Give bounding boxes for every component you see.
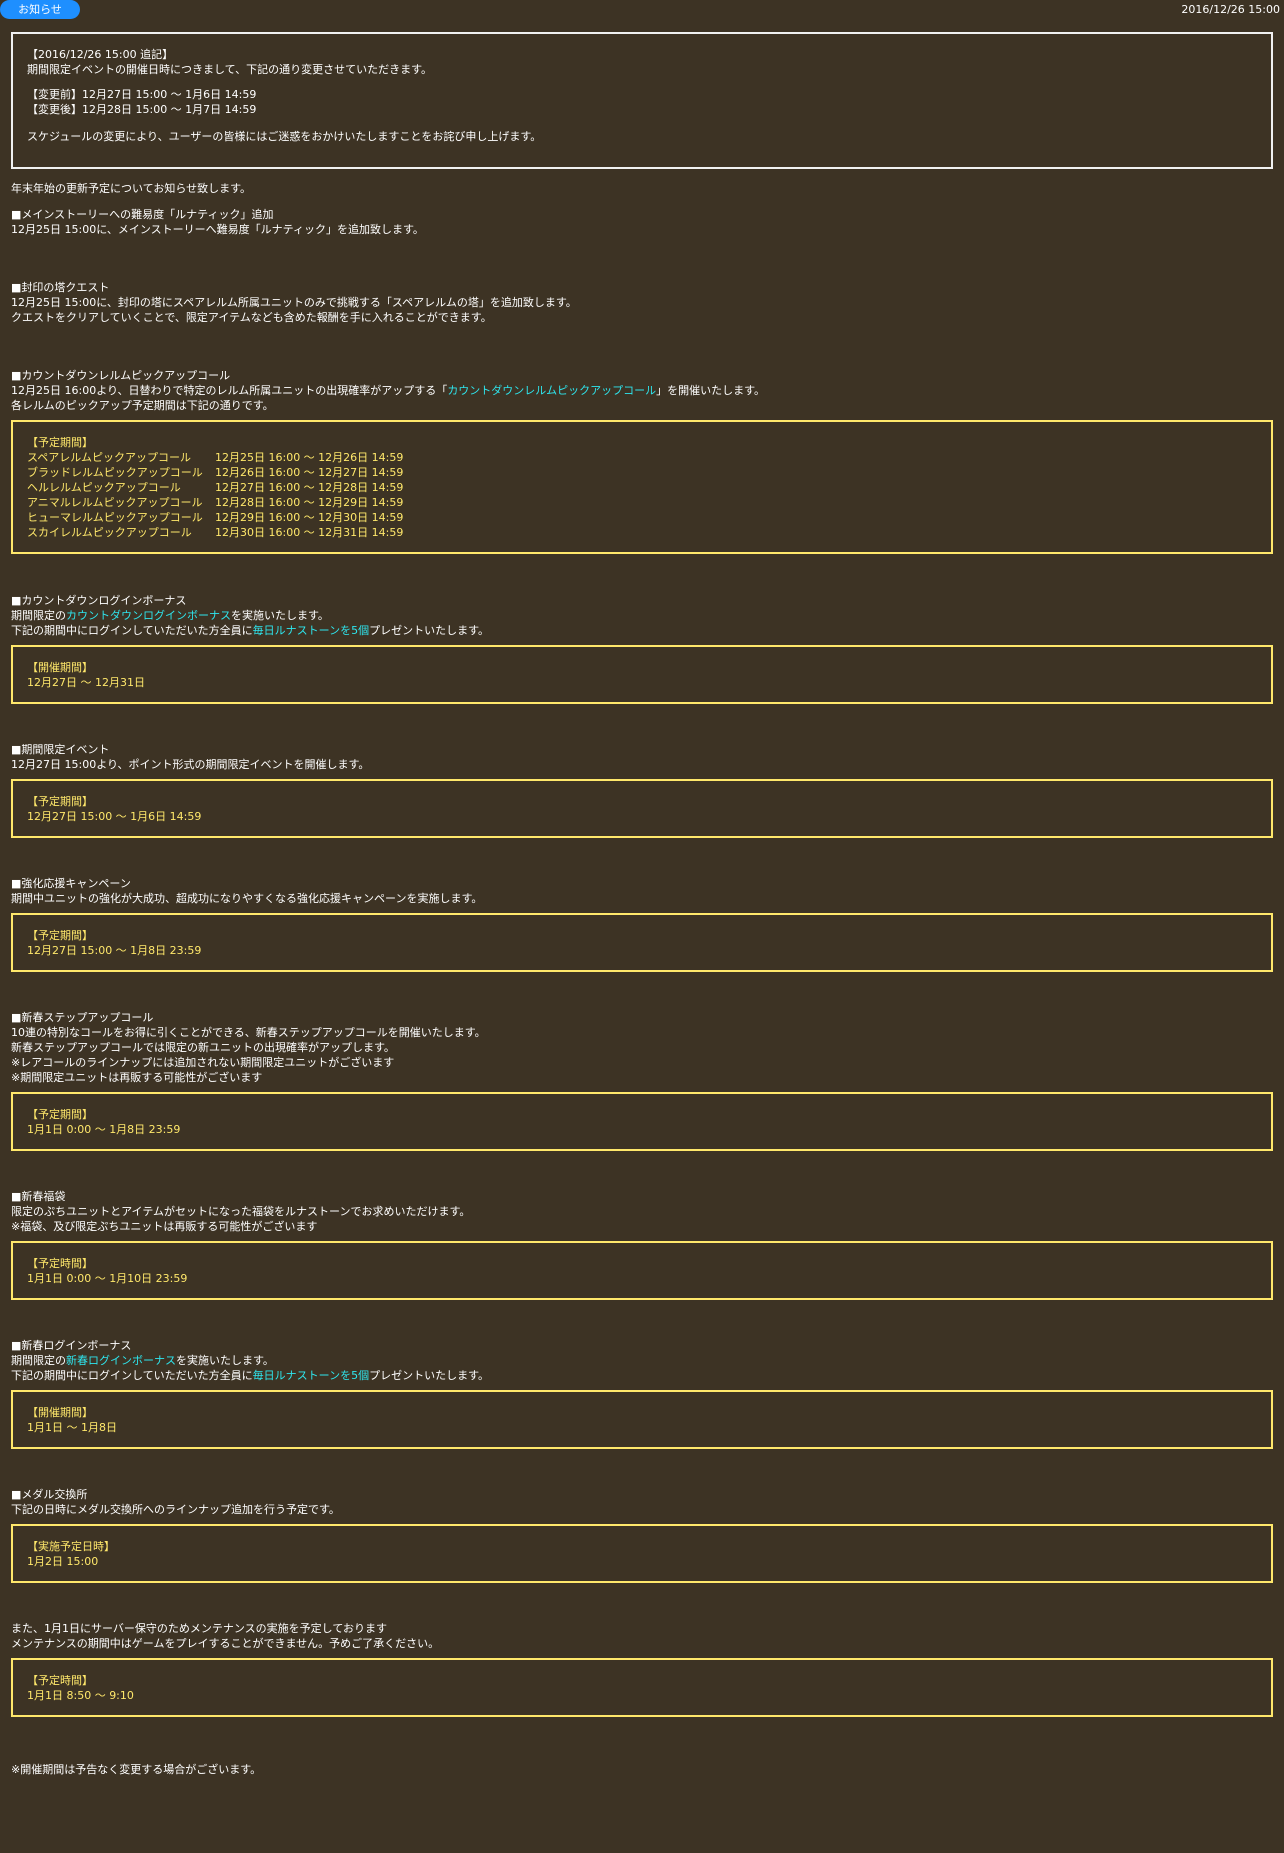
section-heading: ■新春福袋 [11, 1190, 66, 1203]
section-text: 限定のぷちユニットとアイテムがセットになった福袋をルナストーンでお求めいただけま… [11, 1205, 471, 1218]
pickup-schedule-box: 【予定期間】 スペアレルムピックアップコール 12月25日 16:00 ～ 12月… [11, 420, 1273, 554]
new-year-login-link[interactable]: 新春ログインボーナス [66, 1354, 176, 1367]
section-seal-tower: ■封印の塔クエスト 12月25日 15:00に、封印の塔にスペアレルム所属ユニッ… [11, 280, 1273, 325]
update-title: 【2016/12/26 15:00 追記】 [27, 48, 174, 61]
notice-badge[interactable]: お知らせ [0, 0, 80, 19]
apology-text: スケジュールの変更により、ユーザーの皆様にはご迷惑をおかけいたしますことをお詫び… [27, 130, 542, 143]
section-text: 下記の期間中にログインしていただいた方全員に毎日ルナストーンを5個プレゼントいた… [11, 1369, 490, 1382]
lunastone-link[interactable]: 毎日ルナストーンを5個 [253, 624, 369, 637]
countdown-login-link[interactable]: カウントダウンログインボーナス [66, 609, 231, 622]
section-enhance-campaign: ■強化応援キャンペーン 期間中ユニットの強化が大成功、超成功になりやすくなる強化… [11, 876, 1273, 906]
box-title: 【予定期間】 [27, 929, 93, 942]
box-title: 【予定時間】 [27, 1674, 93, 1687]
period-box: 【予定期間】 12月27日 15:00 ～ 1月8日 23:59 [11, 913, 1273, 972]
box-title: 【実施予定日時】 [27, 1540, 115, 1553]
section-text: 下記の期間中にログインしていただいた方全員に毎日ルナストーンを5個プレゼントいた… [11, 624, 490, 637]
section-heading: ■メダル交換所 [11, 1488, 88, 1501]
period-box: 【予定時間】 1月1日 0:00 ～ 1月10日 23:59 [11, 1241, 1273, 1300]
table-row: ブラッドレルムピックアップコール 12月26日 16:00 ～ 12月27日 14… [27, 466, 404, 479]
box-title: 【予定期間】 [27, 795, 93, 808]
pickup-schedule-table: スペアレルムピックアップコール 12月25日 16:00 ～ 12月26日 14:… [27, 450, 403, 540]
section-text: クエストをクリアしていくことで、限定アイテムなども含めた報酬を手に入れることがで… [11, 311, 492, 324]
post-date: 2016/12/26 15:00 [1181, 3, 1280, 16]
section-heading: ■新春ログインボーナス [11, 1339, 132, 1352]
section-text: 12月25日 15:00に、メインストーリーへ難易度「ルナティック」を追加致しま… [11, 223, 424, 236]
section-heading: ■カウントダウンレルムピックアップコール [11, 369, 231, 382]
notice-body: 【2016/12/26 15:00 追記】 期間限定イベントの開催日時につきまし… [11, 32, 1273, 1777]
period-box: 【開催期間】 12月27日 ～ 12月31日 [11, 645, 1273, 704]
period-box: 【開催期間】 1月1日 ～ 1月8日 [11, 1390, 1273, 1449]
box-title: 【開催期間】 [27, 1406, 93, 1419]
section-step-up-call: ■新春ステップアップコール 10連の特別なコールをお得に引くことができる、新春ス… [11, 1010, 1273, 1085]
box-title: 【開催期間】 [27, 661, 93, 674]
pickup-call-link[interactable]: カウントダウンレルムピックアップコール [447, 384, 656, 397]
section-text: 期間限定の新春ログインボーナスを実施いたします。 [11, 1354, 274, 1367]
box-title: 【予定時間】 [27, 1257, 93, 1270]
section-text: 12月25日 15:00に、封印の塔にスペアレルム所属ユニットのみで挑戦する「ス… [11, 296, 577, 309]
section-text: 期間中ユニットの強化が大成功、超成功になりやすくなる強化応援キャンペーンを実施し… [11, 892, 483, 905]
period-box: 【予定期間】 12月27日 15:00 ～ 1月6日 14:59 [11, 779, 1273, 838]
section-text: 12月25日 16:00より、日替わりで特定のレルム所属ユニットの出現確率がアッ… [11, 384, 765, 397]
section-text: ※期間限定ユニットは再販する可能性がございます [11, 1071, 263, 1084]
section-lunatic: ■メインストーリーへの難易度「ルナティック」追加 12月25日 15:00に、メ… [11, 207, 1273, 237]
period-box: 【実施予定日時】 1月2日 15:00 [11, 1524, 1273, 1583]
section-heading: ■メインストーリーへの難易度「ルナティック」追加 [11, 208, 274, 221]
table-row: アニマルレルムピックアップコール 12月28日 16:00 ～ 12月29日 14… [27, 496, 404, 509]
box-value: 1月1日 ～ 1月8日 [27, 1421, 117, 1434]
section-heading: ■期間限定イベント [11, 743, 110, 756]
footer-note: ※開催期間は予告なく変更する場合がございます。 [11, 1763, 262, 1776]
lunastone-link[interactable]: 毎日ルナストーンを5個 [253, 1369, 369, 1382]
section-countdown-pickup: ■カウントダウンレルムピックアップコール 12月25日 16:00より、日替わり… [11, 368, 1273, 413]
period-box: 【予定期間】 1月1日 0:00 ～ 1月8日 23:59 [11, 1092, 1273, 1151]
section-text: また、1月1日にサーバー保守のためメンテナンスの実施を予定しております [11, 1622, 388, 1635]
intro-text: 年末年始の更新予定についてお知らせ致します。 [11, 182, 252, 195]
update-notice-box: 【2016/12/26 15:00 追記】 期間限定イベントの開催日時につきまし… [11, 32, 1273, 169]
section-limited-event: ■期間限定イベント 12月27日 15:00より、ポイント形式の期間限定イベント… [11, 742, 1273, 772]
top-bar: お知らせ 2016/12/26 15:00 [0, 0, 1284, 20]
section-maintenance: また、1月1日にサーバー保守のためメンテナンスの実施を予定しております メンテナ… [11, 1621, 1273, 1651]
section-heading: ■封印の塔クエスト [11, 281, 110, 294]
section-text: ※福袋、及び限定ぷちユニットは再販する可能性がございます [11, 1220, 318, 1233]
box-value: 12月27日 15:00 ～ 1月8日 23:59 [27, 944, 202, 957]
box-value: 1月2日 15:00 [27, 1555, 99, 1568]
box-title: 【予定期間】 [27, 1108, 93, 1121]
section-countdown-login: ■カウントダウンログインボーナス 期間限定のカウントダウンログインボーナスを実施… [11, 593, 1273, 638]
table-row: ヒューマレルムピックアップコール 12月29日 16:00 ～ 12月30日 14… [27, 511, 404, 524]
section-heading: ■カウントダウンログインボーナス [11, 594, 187, 607]
section-text: 新春ステップアップコールでは限定の新ユニットの出現確率がアップします。 [11, 1041, 395, 1054]
section-text: ※レアコールのラインナップには追加されない期間限定ユニットがございます [11, 1056, 395, 1069]
section-text: 下記の日時にメダル交換所へのラインナップ追加を行う予定です。 [11, 1503, 340, 1516]
section-text: メンテナンスの期間中はゲームをプレイすることができません。予めご了承ください。 [11, 1637, 440, 1650]
box-title: 【予定期間】 [27, 436, 93, 449]
table-row: スカイレルムピックアップコール 12月30日 16:00 ～ 12月31日 14:… [27, 526, 404, 539]
box-value: 1月1日 0:00 ～ 1月10日 23:59 [27, 1272, 188, 1285]
section-text: 12月27日 15:00より、ポイント形式の期間限定イベントを開催します。 [11, 758, 370, 771]
section-new-year-login: ■新春ログインボーナス 期間限定の新春ログインボーナスを実施いたします。 下記の… [11, 1338, 1273, 1383]
period-box: 【予定時間】 1月1日 8:50 ～ 9:10 [11, 1658, 1273, 1717]
box-value: 1月1日 0:00 ～ 1月8日 23:59 [27, 1123, 181, 1136]
box-value: 1月1日 8:50 ～ 9:10 [27, 1689, 134, 1702]
section-text: 期間限定のカウントダウンログインボーナスを実施いたします。 [11, 609, 329, 622]
table-row: スペアレルムピックアップコール 12月25日 16:00 ～ 12月26日 14:… [27, 451, 404, 464]
box-value: 12月27日 15:00 ～ 1月6日 14:59 [27, 810, 202, 823]
section-text: 10連の特別なコールをお得に引くことができる、新春ステップアップコールを開催いた… [11, 1026, 486, 1039]
section-heading: ■新春ステップアップコール [11, 1011, 154, 1024]
section-text: 各レルムのピックアップ予定期間は下記の通りです。 [11, 399, 274, 412]
section-lucky-bag: ■新春福袋 限定のぷちユニットとアイテムがセットになった福袋をルナストーンでお求… [11, 1189, 1273, 1234]
schedule-after: 【変更後】12月28日 15:00 ～ 1月7日 14:59 [27, 103, 257, 116]
schedule-before: 【変更前】12月27日 15:00 ～ 1月6日 14:59 [27, 88, 257, 101]
update-line: 期間限定イベントの開催日時につきまして、下記の通り変更させていただきます。 [27, 63, 433, 76]
section-medal-exchange: ■メダル交換所 下記の日時にメダル交換所へのラインナップ追加を行う予定です。 [11, 1487, 1273, 1517]
box-value: 12月27日 ～ 12月31日 [27, 676, 145, 689]
table-row: ヘルレルムピックアップコール 12月27日 16:00 ～ 12月28日 14:5… [27, 481, 404, 494]
section-heading: ■強化応援キャンペーン [11, 877, 131, 890]
